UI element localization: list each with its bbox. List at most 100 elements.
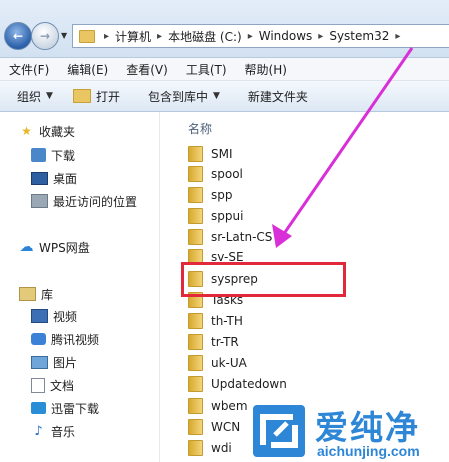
nav-downloads-label: 下载 xyxy=(51,148,76,163)
menu-tools[interactable]: 工具(T) xyxy=(177,61,236,78)
file-row[interactable]: spp xyxy=(188,185,233,205)
file-row[interactable]: sr-Latn-CS xyxy=(188,227,272,247)
include-in-library-button[interactable]: 包含到库中 ▼ xyxy=(130,83,230,109)
brand-mark-icon xyxy=(260,414,298,448)
forward-button[interactable]: → xyxy=(31,22,59,50)
breadcrumb-windows[interactable]: Windows xyxy=(259,29,313,43)
file-name: Updatedown xyxy=(211,377,287,391)
sysprep-highlight-box xyxy=(181,262,346,297)
file-row[interactable]: sppui xyxy=(188,206,243,226)
document-icon xyxy=(31,377,45,393)
brand-logo-icon xyxy=(253,405,305,457)
menu-help[interactable]: 帮助(H) xyxy=(236,61,296,78)
breadcrumb-local-disk[interactable]: 本地磁盘 (C:) xyxy=(168,28,242,45)
cloud-icon: ☁ xyxy=(19,239,34,255)
file-name: wdi xyxy=(211,441,232,455)
watermark-brand-text: 爱纯净 xyxy=(315,408,420,447)
menu-file[interactable]: 文件(F) xyxy=(0,61,58,78)
nav-recent-label: 最近访问的位置 xyxy=(53,194,138,209)
downloads-icon xyxy=(31,148,46,162)
folder-icon xyxy=(188,146,203,162)
file-name: SMI xyxy=(211,147,233,161)
file-row[interactable]: tr-TR xyxy=(188,332,239,352)
file-row[interactable]: Updatedown xyxy=(188,374,287,394)
recent-pages-dropdown-icon[interactable]: ▼ xyxy=(61,31,67,40)
nav-desktop-label: 桌面 xyxy=(53,171,78,186)
command-toolbar: 组织 ▼ 打开 包含到库中 ▼ 新建文件夹 xyxy=(0,81,449,112)
open-button[interactable]: 打开 xyxy=(63,83,130,109)
nav-video-label: 视频 xyxy=(53,309,78,324)
new-folder-label: 新建文件夹 xyxy=(247,89,308,104)
xunlei-icon xyxy=(31,402,46,414)
tencent-video-icon xyxy=(31,333,46,345)
file-row[interactable]: wdi xyxy=(188,438,232,458)
breadcrumb-separator-icon[interactable]: ▸ xyxy=(395,31,400,42)
menu-bar: 文件(F) 编辑(E) 查看(V) 工具(T) 帮助(H) xyxy=(0,58,449,81)
folder-icon xyxy=(79,29,95,43)
library-icon xyxy=(19,287,36,301)
folder-icon xyxy=(188,398,203,414)
file-name: th-TH xyxy=(211,314,243,328)
breadcrumb-computer[interactable]: 计算机 xyxy=(115,28,151,45)
folder-icon xyxy=(188,376,203,392)
forward-arrow-icon: → xyxy=(39,29,51,43)
file-row[interactable]: WCN xyxy=(188,417,240,437)
address-path-box[interactable]: ▸ 计算机 ▸ 本地磁盘 (C:) ▸ Windows ▸ System32 ▸ xyxy=(72,24,449,48)
video-icon xyxy=(31,309,48,323)
nav-favorites-label: 收藏夹 xyxy=(39,124,76,139)
nav-xunlei-label: 迅雷下载 xyxy=(51,401,100,416)
file-row[interactable]: wbem xyxy=(188,396,248,416)
folder-icon xyxy=(188,355,203,371)
nav-library[interactable]: 库 xyxy=(19,284,178,304)
column-header-name[interactable]: 名称 xyxy=(188,120,212,137)
folder-icon xyxy=(188,208,203,224)
watermark-logo: 爱纯净 aichunjing.com xyxy=(253,401,449,462)
file-row[interactable]: SMI xyxy=(188,144,233,164)
pictures-icon xyxy=(31,355,48,369)
file-row[interactable]: th-TH xyxy=(188,311,243,331)
organize-label: 组织 xyxy=(17,89,42,104)
folder-icon xyxy=(188,229,203,245)
breadcrumb-system32[interactable]: System32 xyxy=(329,29,389,43)
back-button[interactable]: ← xyxy=(4,22,32,50)
nav-wps-label: WPS网盘 xyxy=(39,240,90,255)
file-row[interactable]: uk-UA xyxy=(188,353,247,373)
menu-edit[interactable]: 编辑(E) xyxy=(58,61,117,78)
breadcrumb-separator-icon[interactable]: ▸ xyxy=(157,31,162,42)
breadcrumb-separator-icon[interactable]: ▸ xyxy=(248,31,253,42)
nav-favorites[interactable]: ★ 收藏夹 xyxy=(19,121,178,141)
open-folder-icon xyxy=(72,89,91,103)
nav-music-label: 音乐 xyxy=(51,424,76,439)
nav-documents-label: 文档 xyxy=(50,378,75,393)
file-name: WCN xyxy=(211,420,241,434)
folder-icon xyxy=(188,187,203,203)
folder-icon xyxy=(188,419,203,435)
address-bar-area: ← → ▼ ▸ 计算机 ▸ 本地磁盘 (C:) ▸ Windows ▸ Syst… xyxy=(0,0,449,58)
folder-icon xyxy=(188,166,203,182)
open-label: 打开 xyxy=(95,89,120,104)
music-note-icon: ♪ xyxy=(34,423,43,439)
folder-icon xyxy=(188,313,203,329)
file-name: spp xyxy=(211,188,233,202)
menu-view[interactable]: 查看(V) xyxy=(117,61,177,78)
folder-icon xyxy=(188,440,203,456)
chevron-down-icon: ▼ xyxy=(212,91,220,101)
organize-button[interactable]: 组织 ▼ xyxy=(0,83,63,109)
star-icon: ★ xyxy=(21,124,32,138)
breadcrumb-separator-icon[interactable]: ▸ xyxy=(318,31,323,42)
navigation-pane: ★ 收藏夹 下载 桌面 最近访问的位置 ☁ WPS网盘 库 视频 腾讯视频 图片… xyxy=(0,112,159,462)
folder-icon xyxy=(188,334,203,350)
desktop-icon xyxy=(31,171,48,185)
watermark-url-text: aichunjing.com xyxy=(317,443,420,459)
file-name: sr-Latn-CS xyxy=(211,230,273,244)
new-folder-button[interactable]: 新建文件夹 xyxy=(230,83,318,109)
include-label: 包含到库中 xyxy=(147,89,208,104)
file-name: sppui xyxy=(211,209,244,223)
recent-places-icon xyxy=(31,194,48,208)
nav-library-label: 库 xyxy=(41,287,54,302)
nav-tencent-video-label: 腾讯视频 xyxy=(51,332,100,347)
nav-wps-cloud[interactable]: ☁ WPS网盘 xyxy=(19,237,178,257)
file-row[interactable]: spool xyxy=(188,164,243,184)
file-name: tr-TR xyxy=(211,335,239,349)
breadcrumb-separator-icon[interactable]: ▸ xyxy=(104,31,109,42)
